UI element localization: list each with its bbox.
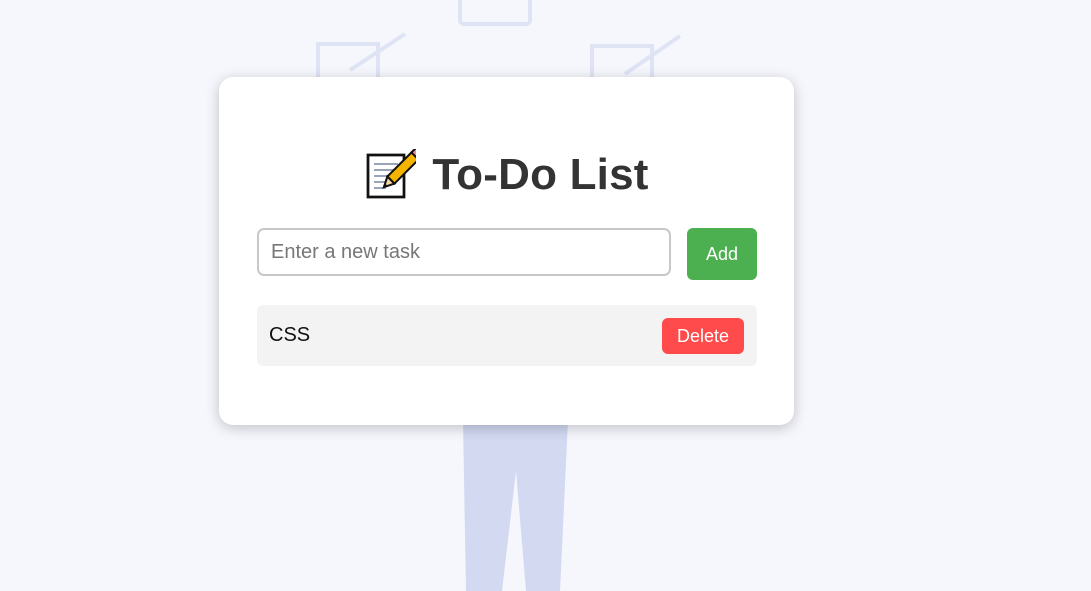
add-task-button[interactable]: Add: [687, 228, 757, 280]
task-text: CSS: [269, 324, 311, 346]
new-task-input[interactable]: [257, 228, 671, 276]
memo-icon: [367, 149, 417, 199]
page-title: To-Do List: [432, 150, 649, 199]
title-row: To-Do List: [219, 147, 794, 203]
delete-task-button[interactable]: Delete: [662, 318, 744, 354]
task-list: CSS Delete: [257, 305, 757, 366]
todo-card: To-Do List Add CSS Delete: [219, 77, 794, 425]
task-item: CSS Delete: [257, 305, 757, 366]
page: To-Do List Add CSS Delete: [0, 0, 1091, 591]
